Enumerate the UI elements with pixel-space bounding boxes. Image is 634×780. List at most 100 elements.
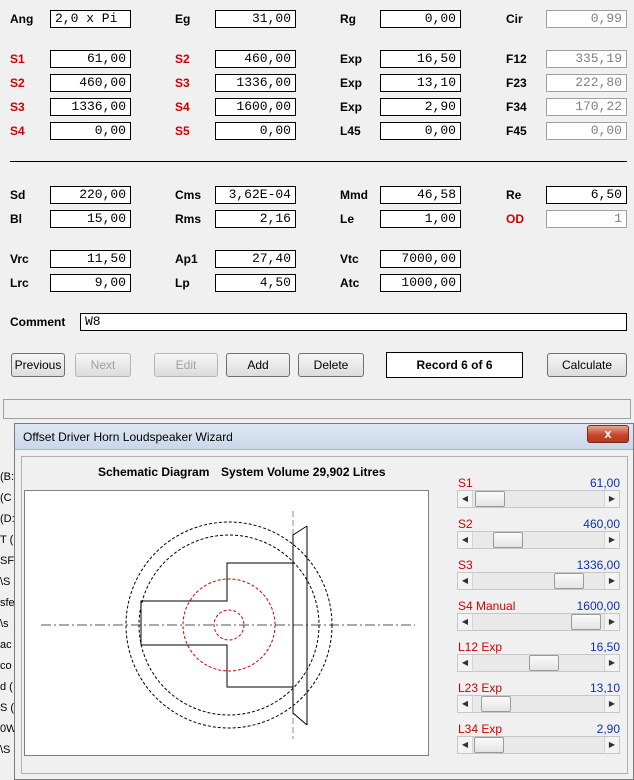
- field-label: Vrc: [10, 252, 29, 266]
- value-field[interactable]: 2,0 x Pi: [50, 10, 131, 28]
- slider-label: S4 Manual: [458, 599, 516, 613]
- status-bar: [3, 399, 631, 419]
- comment-label: Comment: [10, 315, 66, 329]
- delete-button[interactable]: Delete: [298, 353, 364, 377]
- value-field[interactable]: 1000,00: [380, 274, 461, 292]
- record-indicator: Record 6 of 6: [386, 352, 523, 378]
- delete-button-label: Delete: [313, 358, 349, 372]
- wizard-title-bar[interactable]: Offset Driver Horn Loudspeaker Wizard x: [15, 424, 633, 450]
- edit-button[interactable]: Edit: [154, 353, 218, 377]
- value-field: 0,00: [546, 122, 627, 140]
- field-label: Cir: [506, 12, 523, 26]
- field-label: S4: [175, 100, 190, 114]
- value-field[interactable]: 9,00: [50, 274, 131, 292]
- field-label: Cms: [175, 188, 202, 202]
- value-field[interactable]: 61,00: [50, 50, 131, 68]
- value-field[interactable]: 27,40: [215, 250, 296, 268]
- value-field[interactable]: 0,00: [215, 122, 296, 140]
- slider-thumb[interactable]: [474, 737, 504, 753]
- value-field: 222,80: [546, 74, 627, 92]
- slider-thumb[interactable]: [554, 573, 584, 589]
- background-text-fragment: (C: [0, 492, 12, 504]
- slider-track[interactable]: ◀ ▶: [457, 572, 620, 590]
- add-button[interactable]: Add: [226, 353, 290, 377]
- slider-value: 1336,00: [576, 558, 620, 572]
- slider-value: 2,90: [596, 722, 620, 736]
- wizard-title: Offset Driver Horn Loudspeaker Wizard: [23, 430, 233, 444]
- calculate-button[interactable]: Calculate: [547, 353, 627, 377]
- next-button[interactable]: Next: [75, 353, 131, 377]
- slider-thumb[interactable]: [571, 614, 601, 630]
- value-field[interactable]: 0,00: [50, 122, 131, 140]
- slider-track[interactable]: ◀ ▶: [457, 613, 620, 631]
- background-text-fragment: sfe: [0, 597, 15, 609]
- slider-track[interactable]: ◀ ▶: [457, 490, 620, 508]
- field-label: Ap1: [175, 252, 198, 266]
- section-divider: [10, 161, 627, 162]
- right-arrow-icon[interactable]: ▶: [604, 573, 619, 589]
- value-field[interactable]: 460,00: [50, 74, 131, 92]
- field-label: F45: [506, 124, 527, 138]
- field-label: Re: [506, 188, 522, 202]
- value-field[interactable]: 6,50: [546, 186, 627, 204]
- value-field[interactable]: 2,90: [380, 98, 461, 116]
- value-field[interactable]: 11,50: [50, 250, 131, 268]
- background-text-fragment: \S: [0, 744, 11, 756]
- value-field: 1: [546, 210, 627, 228]
- slider-track[interactable]: ◀ ▶: [457, 695, 620, 713]
- slider-label: S3: [458, 558, 473, 572]
- value-field[interactable]: 0,00: [380, 122, 461, 140]
- slider-thumb[interactable]: [529, 655, 559, 671]
- value-field[interactable]: 15,00: [50, 210, 131, 228]
- slider-label: L23 Exp: [458, 681, 503, 695]
- previous-button[interactable]: Previous: [11, 353, 65, 377]
- background-text-fragment: d (: [0, 681, 13, 693]
- right-arrow-icon[interactable]: ▶: [604, 532, 619, 548]
- value-field[interactable]: 460,00: [215, 50, 296, 68]
- right-arrow-icon[interactable]: ▶: [604, 655, 619, 671]
- slider-label: S2: [458, 517, 473, 531]
- left-arrow-icon[interactable]: ◀: [458, 737, 473, 753]
- value-field[interactable]: 16,50: [380, 50, 461, 68]
- slider-label: L34 Exp: [458, 722, 503, 736]
- value-field[interactable]: 2,16: [215, 210, 296, 228]
- add-button-label: Add: [247, 358, 269, 372]
- value-field[interactable]: 31,00: [215, 10, 296, 28]
- value-field[interactable]: 4,50: [215, 274, 296, 292]
- field-label: F34: [506, 100, 527, 114]
- left-arrow-icon[interactable]: ◀: [458, 696, 473, 712]
- slider-value: 61,00: [589, 476, 620, 490]
- value-field[interactable]: 7000,00: [380, 250, 461, 268]
- close-icon[interactable]: x: [587, 425, 629, 443]
- left-arrow-icon[interactable]: ◀: [458, 655, 473, 671]
- left-arrow-icon[interactable]: ◀: [458, 614, 473, 630]
- value-field[interactable]: 1336,00: [215, 74, 296, 92]
- slider-track[interactable]: ◀ ▶: [457, 531, 620, 549]
- background-text-fragment: \s: [0, 618, 9, 630]
- left-arrow-icon[interactable]: ◀: [458, 573, 473, 589]
- slider-thumb[interactable]: [493, 532, 523, 548]
- slider-thumb[interactable]: [475, 491, 505, 507]
- right-arrow-icon[interactable]: ▶: [604, 696, 619, 712]
- slider-thumb[interactable]: [481, 696, 511, 712]
- value-field[interactable]: 13,10: [380, 74, 461, 92]
- value-field[interactable]: 3,62E-04: [215, 186, 296, 204]
- value-field[interactable]: 1600,00: [215, 98, 296, 116]
- slider-value: 13,10: [589, 681, 620, 695]
- schematic-drawing: [41, 511, 415, 739]
- value-field[interactable]: 46,58: [380, 186, 461, 204]
- left-arrow-icon[interactable]: ◀: [458, 491, 473, 507]
- slider-track[interactable]: ◀ ▶: [457, 654, 620, 672]
- value-field[interactable]: 0,00: [380, 10, 461, 28]
- left-arrow-icon[interactable]: ◀: [458, 532, 473, 548]
- comment-field[interactable]: W8: [80, 313, 627, 331]
- value-field[interactable]: 1,00: [380, 210, 461, 228]
- slider-track[interactable]: ◀ ▶: [457, 736, 620, 754]
- value-field[interactable]: 1336,00: [50, 98, 131, 116]
- right-arrow-icon[interactable]: ▶: [604, 491, 619, 507]
- right-arrow-icon[interactable]: ▶: [604, 737, 619, 753]
- value-field[interactable]: 220,00: [50, 186, 131, 204]
- value-field: 170,22: [546, 98, 627, 116]
- diagram-title: Schematic Diagram: [98, 465, 210, 479]
- right-arrow-icon[interactable]: ▶: [604, 614, 619, 630]
